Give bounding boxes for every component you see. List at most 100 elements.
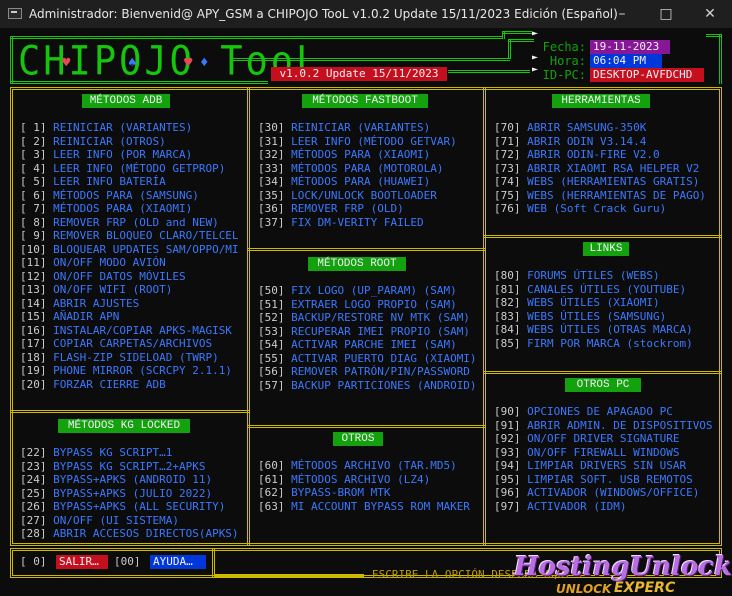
menu-item[interactable]: [95] LIMPIAR SOFT. USB REMOTOS	[494, 473, 693, 487]
exit-button[interactable]: SALIR…	[56, 555, 108, 569]
menu-item[interactable]: [60] MÉTODOS ARCHIVO (TAR.MD5)	[258, 459, 457, 473]
help-button[interactable]: AYUDA…	[150, 555, 206, 569]
menu-item[interactable]: [94] LIMPIAR DRIVERS SIN USAR	[494, 459, 686, 473]
menu-item[interactable]: [36] REMOVER FRP (OLD)	[258, 202, 404, 216]
menu-item[interactable]: [ 2] REINICIAR (OTROS)	[20, 135, 166, 149]
maximize-icon[interactable]: □	[644, 0, 688, 28]
menu-item[interactable]: [ 8] REMOVER FRP (OLD and NEW)	[20, 216, 219, 230]
menu-item-number: [84]	[494, 323, 521, 336]
menu-item[interactable]: [55] ACTIVAR PUERTO DIAG (XIAOMI)	[258, 352, 477, 366]
menu-item[interactable]: [10] BLOQUEAR UPDATES SAM/OPPO/MI	[20, 243, 239, 257]
menu-item[interactable]: [71] ABRIR ODIN V3.14.4	[494, 135, 646, 149]
menu-item[interactable]: [32] MÉTODOS PARA (XIAOMI)	[258, 148, 430, 162]
menu-item[interactable]: [13] ON/OFF WIFI (ROOT)	[20, 283, 172, 297]
menu-item[interactable]: [97] ACTIVADOR (IDM)	[494, 500, 626, 514]
menu-item[interactable]: [96] ACTIVADOR (WINDOWS/OFFICE)	[494, 486, 699, 500]
menu-item[interactable]: [85] FIRM POR MARCA (stockrom)	[494, 337, 693, 351]
menu-item-label: RECUPERAR IMEI PROPIO (SAM)	[291, 324, 470, 338]
menu-item-number: [10]	[20, 242, 47, 256]
menu-item[interactable]: [76] WEB (Soft Crack Guru)	[494, 202, 666, 216]
menu-item-label: BYPASS+APKS (JULIO 2022)	[53, 486, 213, 500]
menu-item[interactable]: [72] ABRIR ODIN-FIRE V2.0	[494, 148, 660, 162]
menu-item[interactable]: [34] MÉTODOS PARA (HUAWEI)	[258, 175, 430, 189]
menu-item[interactable]: [ 7] MÉTODOS PARA (XIAOMI)	[20, 202, 192, 216]
menu-item-label: MI ACCOUNT BYPASS ROM MAKER	[291, 499, 470, 513]
menu-item[interactable]: [57] BACKUP PARTICIONES (ANDROID)	[258, 379, 477, 393]
minimize-icon[interactable]: –	[600, 0, 644, 28]
menu-item[interactable]: [73] ABRIR XIAOMI RSA HELPER V2	[494, 162, 699, 176]
menu-item[interactable]: [14] ABRIR AJUSTES	[20, 297, 139, 311]
menu-item[interactable]: [30] REINICIAR (VARIANTES)	[258, 121, 430, 135]
menu-item[interactable]: [16] INSTALAR/COPIAR APKS-MAGISK	[20, 324, 232, 338]
menu-item[interactable]: [80] FORUMS ÚTILES (WEBS)	[494, 269, 660, 283]
menu-item[interactable]: [25] BYPASS+APKS (JULIO 2022)	[20, 487, 212, 501]
menu-item[interactable]: [18] FLASH-ZIP SIDELOAD (TWRP)	[20, 351, 219, 365]
menu-item-label: REMOVER BLOQUEO CLARO/TELCEL	[53, 229, 239, 242]
menu-item[interactable]: [35] LOCK/UNLOCK BOOTLOADER	[258, 189, 437, 203]
menu-item-number: [26]	[20, 500, 47, 513]
menu-item[interactable]: [54] ACTIVAR PARCHE IMEI (SAM)	[258, 338, 457, 352]
menu-item[interactable]: [22] BYPASS KG SCRIPT…1	[20, 446, 172, 460]
menu-item-label: ON/OFF FIREWALL WINDOWS	[527, 445, 680, 459]
menu-item-label: COPIAR CARPETAS/ARCHIVOS	[53, 337, 213, 350]
menu-item[interactable]: [ 6] MÉTODOS PARA (SAMSUNG)	[20, 189, 199, 203]
menu-item-number: [96]	[494, 486, 521, 499]
menu-item[interactable]: [51] EXTRAER LOGO PROPIO (SAM)	[258, 298, 457, 312]
menu-item[interactable]: [62] BYPASS-BROM MTK	[258, 486, 390, 500]
menu-item[interactable]: [93] ON/OFF FIREWALL WINDOWS	[494, 446, 679, 460]
menu-item-label: EXTRAER LOGO PROPIO (SAM)	[291, 297, 457, 311]
menu-item-number: [76]	[494, 202, 521, 215]
menu-item-label: ON/OFF MODO AVIÓN	[53, 256, 166, 269]
terminal-icon	[8, 8, 22, 19]
menu-item[interactable]: [28] ABRIR ACCESOS DIRECTOS(APKS)	[20, 527, 239, 541]
menu-item[interactable]: [12] ON/OFF DATOS MÓVILES	[20, 270, 186, 284]
menu-item[interactable]: [27] ON/OFF (UI SISTEMA)	[20, 514, 179, 528]
column-divider-1	[247, 87, 250, 546]
menu-item[interactable]: [50] FIX LOGO (UP_PARAM) (SAM)	[258, 284, 457, 298]
close-icon[interactable]: ✕	[688, 0, 732, 28]
menu-item[interactable]: [75] WEBS (HERRAMIENTAS DE PAGO)	[494, 189, 706, 203]
menu-item-label: LIMPIAR DRIVERS SIN USAR	[527, 459, 687, 472]
menu-item[interactable]: [15] AÑADIR APN	[20, 310, 119, 324]
menu-item-number: [92]	[494, 432, 521, 445]
menu-item[interactable]: [37] FIX DM-VERITY FAILED	[258, 216, 424, 230]
menu-item[interactable]: [ 5] LEER INFO BATERÍA	[20, 175, 166, 189]
menu-item-number: [18]	[20, 350, 47, 364]
menu-item[interactable]: [33] MÉTODOS PARA (MOTOROLA)	[258, 162, 443, 176]
menu-item[interactable]: [31] LEER INFO (MÉTODO GETVAR)	[258, 135, 457, 149]
menu-item[interactable]: [ 1] REINICIAR (VARIANTES)	[20, 121, 192, 135]
menu-item[interactable]: [92] ON/OFF DRIVER SIGNATURE	[494, 432, 679, 446]
menu-item[interactable]: [81] CANALES ÚTILES (YOUTUBE)	[494, 283, 686, 297]
menu-item[interactable]: [23] BYPASS KG SCRIPT…2+APKS	[20, 460, 205, 474]
section-header-links: LINKS	[583, 242, 629, 256]
menu-item[interactable]: [70] ABRIR SAMSUNG-350K	[494, 121, 646, 135]
menu-item[interactable]: [52] BACKUP/RESTORE NV MTK (SAM)	[258, 311, 470, 325]
menu-item[interactable]: [82] WEBS ÚTILES (XIAOMI)	[494, 296, 660, 310]
menu-item[interactable]: [91] ABRIR ADMIN. DE DISPOSITIVOS	[494, 419, 713, 433]
menu-item[interactable]: [53] RECUPERAR IMEI PROPIO (SAM)	[258, 325, 470, 339]
menu-item[interactable]: [ 4] LEER INFO (MÉTODO GETPROP)	[20, 162, 225, 176]
menu-item-label: LEER INFO (MÉTODO GETPROP)	[53, 161, 226, 175]
menu-item[interactable]: [20] FORZAR CIERRE ADB	[20, 378, 166, 392]
menu-item[interactable]: [74] WEBS (HERRAMIENTAS GRATIS)	[494, 175, 699, 189]
menu-item-number: [83]	[494, 309, 521, 323]
menu-item-label: ON/OFF WIFI (ROOT)	[53, 283, 173, 296]
menu-item[interactable]: [19] PHONE MIRROR (SCRCPY 2.1.1)	[20, 364, 232, 378]
menu-item[interactable]: [90] OPCIONES DE APAGADO PC	[494, 405, 673, 419]
menu-item[interactable]: [ 3] LEER INFO (POR MARCA)	[20, 148, 192, 162]
menu-item[interactable]: [24] BYPASS+APKS (ANDROID 11)	[20, 473, 212, 487]
menu-item[interactable]: [11] ON/OFF MODO AVIÓN	[20, 256, 166, 270]
menu-item[interactable]: [56] REMOVER PATRÓN/PIN/PASSWORD	[258, 365, 470, 379]
menu-item[interactable]: [83] WEBS ÚTILES (SAMSUNG)	[494, 310, 666, 324]
menu-item-label: FIRM POR MARCA (stockrom)	[527, 336, 693, 350]
menu-item[interactable]: [84] WEBS ÚTILES (OTRAS MARCA)	[494, 323, 693, 337]
menu-item[interactable]: [ 9] REMOVER BLOQUEO CLARO/TELCEL	[20, 229, 239, 243]
row-divider	[247, 425, 486, 428]
menu-item[interactable]: [61] MÉTODOS ARCHIVO (LZ4)	[258, 473, 430, 487]
menu-item-label: MÉTODOS PARA (MOTOROLA)	[291, 161, 444, 175]
menu-item-label: ACTIVADOR (WINDOWS/OFFICE)	[527, 486, 700, 499]
menu-item[interactable]: [63] MI ACCOUNT BYPASS ROM MAKER	[258, 500, 470, 514]
menu-item[interactable]: [17] COPIAR CARPETAS/ARCHIVOS	[20, 337, 212, 351]
menu-item-label: BACKUP PARTICIONES (ANDROID)	[291, 378, 477, 392]
menu-item[interactable]: [26] BYPASS+APKS (ALL SECURITY)	[20, 500, 225, 514]
